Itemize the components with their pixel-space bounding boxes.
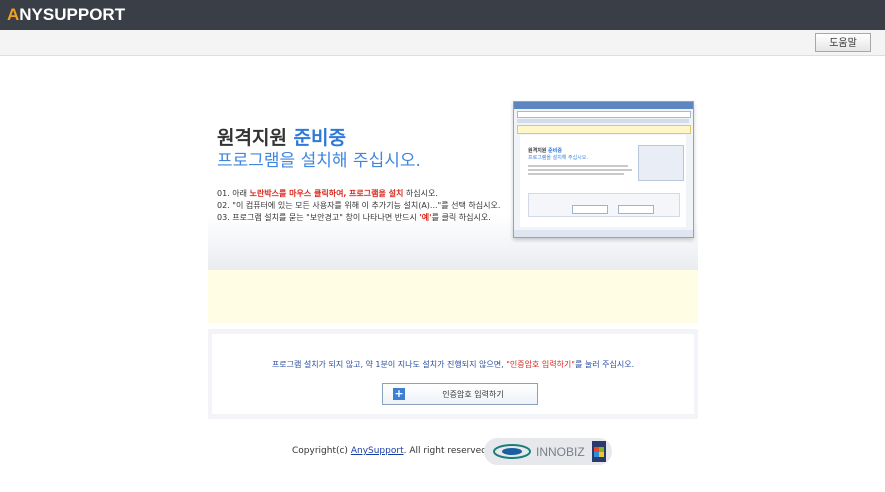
illustration-title: 원격지원 준비중 [528,147,562,154]
step-3: 03. 프로그램 설치를 묻는 "보안경고" 창이 나타나면 반드시 '예'를 … [217,212,500,224]
hero-subtitle: 프로그램을 설치해 주십시오. [217,151,421,171]
notice-highlight: "인증암호 입력하기" [506,360,575,369]
illustration-statusbar [514,230,693,237]
step-1-highlight: 노란박스를 마우스 클릭하여, [249,189,347,198]
hero-title: 원격지원 준비중 [217,127,346,149]
step-1-tail: 하십시오. [405,189,438,198]
top-bar: ANYSUPPORT [0,0,885,30]
illustration-page: 원격지원 준비중 프로그램을 설치해 주십시오. [520,135,686,227]
innobiz-emblem-icon [493,444,531,459]
illustration-infobar [517,125,691,134]
enter-auth-code-button[interactable]: + 인증암호 입력하기 [382,383,538,405]
illustration-line [528,165,628,167]
copyright-text: Copyright(c) [292,446,348,456]
illustration-button [572,205,608,214]
windows-logo-icon [592,441,606,462]
step-3-highlight: '예' [419,213,432,222]
illustration-line [528,169,632,171]
step-3-tail: 를 클릭 하십시오. [431,213,491,222]
anysupport-logo: ANYSUPPORT [7,5,125,25]
install-notice: 프로그램 설치가 되지 않고, 약 1분이 지나도 설치가 진행되지 않으면, … [208,359,698,370]
innobiz-badge: INNOBIZ [484,438,612,465]
innobiz-label: INNOBIZ [536,445,585,459]
illustration-line [528,173,624,175]
auth-button-label: 인증암호 입력하기 [442,390,504,399]
illustration-toolbar [517,119,689,123]
step-1-highlight-2: 프로그램을 설치 [349,189,404,198]
illustration-titlebar [514,102,693,109]
toolbar [0,30,885,56]
notice-text: 프로그램 설치가 되지 않고, 약 1분이 지나도 설치가 진행되지 않으면, [271,360,504,369]
step-1-text: 01. 아래 [217,189,247,198]
step-3-text: 03. 프로그램 설치를 묻는 "보안경고" 창이 나타나면 반드시 [217,213,417,222]
illustration-thumbnail [638,145,684,181]
logo-text: NYSUPPORT [19,5,126,24]
anysupport-link[interactable]: AnySupport [351,446,404,456]
illustration-button [618,205,654,214]
copyright: Copyright(c) AnySupport. All right reser… [292,446,490,456]
help-button[interactable]: 도움말 [815,33,871,52]
logo-accent: A [7,5,20,24]
hero-title-prefix: 원격지원 [217,127,287,149]
illustration-addressbar [517,111,691,118]
instruction-steps: 01. 아래 노란박스를 마우스 클릭하여, 프로그램을 설치 하십시오. 02… [217,188,500,224]
step-1: 01. 아래 노란박스를 마우스 클릭하여, 프로그램을 설치 하십시오. [217,188,500,200]
install-yellow-box[interactable] [208,270,698,323]
browser-screenshot-illustration: 원격지원 준비중 프로그램을 설치해 주십시오. [513,101,694,238]
hero-title-highlight: 준비중 [293,127,346,149]
illustration-subtitle: 프로그램을 설치해 주십시오. [528,155,588,161]
step-2: 02. "이 컴퓨터에 있는 모든 사용자를 위해 이 추가기능 설치(A)..… [217,201,501,210]
copyright-tail: . All right reserved. [403,446,490,456]
plus-icon: + [393,387,405,400]
notice-tail: 를 눌러 주십시오. [574,360,635,369]
